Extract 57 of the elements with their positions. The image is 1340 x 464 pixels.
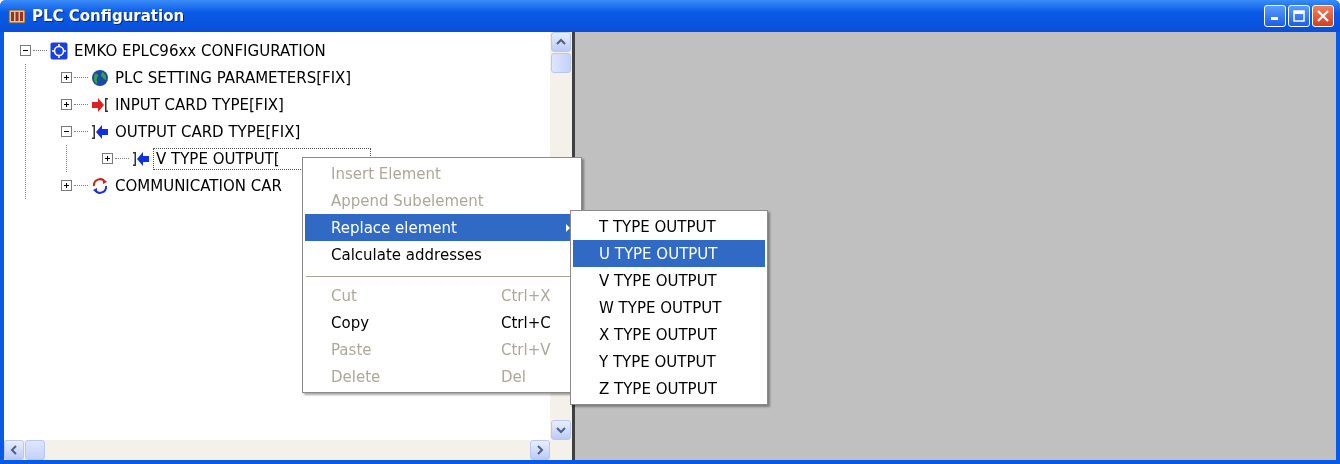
chip-icon [50,41,68,60]
plus-icon [104,155,111,162]
arrow-right-icon [91,95,109,114]
submenu-item[interactable]: X TYPE OUTPUT [573,321,765,348]
maximize-button[interactable] [1288,5,1310,27]
maximize-icon [1293,10,1305,22]
scroll-thumb[interactable] [551,53,571,73]
menu-item-label: Paste [331,340,372,359]
caret-right-icon [536,445,544,455]
scroll-left-button[interactable] [4,440,24,460]
submenu-item[interactable]: V TYPE OUTPUT [573,267,765,294]
menu-item-label: Append Subelement [331,191,484,210]
menu-item-label: Copy [331,313,370,332]
app-icon [8,8,26,24]
expand-toggle[interactable] [102,153,113,164]
submenu-item[interactable]: Z TYPE OUTPUT [573,375,765,402]
window-title: PLC Configuration [32,7,185,25]
submenu-item[interactable]: Y TYPE OUTPUT [573,348,765,375]
menu-item-label: Calculate addresses [331,245,482,264]
close-button[interactable] [1312,5,1334,27]
caret-down-icon [556,426,566,434]
scroll-up-button[interactable] [551,32,571,52]
close-icon [1317,10,1329,22]
submenu-item[interactable]: W TYPE OUTPUT [573,294,765,321]
menu-item-label: Cut [331,286,357,305]
plus-icon [63,101,70,108]
globe-icon [91,68,109,87]
expand-toggle[interactable] [61,99,72,110]
shortcut-text: Del [501,367,527,386]
minus-icon [22,47,29,54]
menu-item-label: Replace element [331,218,457,237]
collapse-toggle[interactable] [61,126,72,137]
plus-icon [63,182,70,189]
tree-item[interactable]: INPUT CARD TYPE[FIX] [112,93,287,116]
scroll-thumb[interactable] [25,440,45,460]
expand-toggle[interactable] [61,72,72,83]
menu-item-label: Delete [331,367,381,386]
tree-item[interactable]: PLC SETTING PARAMETERS[FIX] [112,66,355,89]
plus-icon [63,74,70,81]
minus-icon [63,128,70,135]
scroll-right-button[interactable] [530,440,550,460]
minimize-button[interactable] [1264,5,1286,27]
shortcut-text: Ctrl+X [501,286,552,305]
caret-left-icon [10,445,18,455]
arrow-left-icon [91,122,109,141]
tree-item[interactable]: OUTPUT CARD TYPE[FIX] [112,120,304,143]
scroll-down-button[interactable] [551,420,571,440]
expand-toggle[interactable] [61,180,72,191]
collapse-toggle[interactable] [20,45,31,56]
tree-item[interactable]: EMKO EPLC96xx CONFIGURATION [71,39,329,62]
tree-item[interactable]: COMMUNICATION CAR [112,174,285,197]
caret-up-icon [556,38,566,46]
shortcut-text: Ctrl+V [501,340,552,359]
cycle-arrows-icon [91,176,109,195]
shortcut-text: Ctrl+C [501,313,552,332]
submenu-item[interactable]: U TYPE OUTPUT [573,240,765,267]
arrow-left-icon [132,149,150,168]
